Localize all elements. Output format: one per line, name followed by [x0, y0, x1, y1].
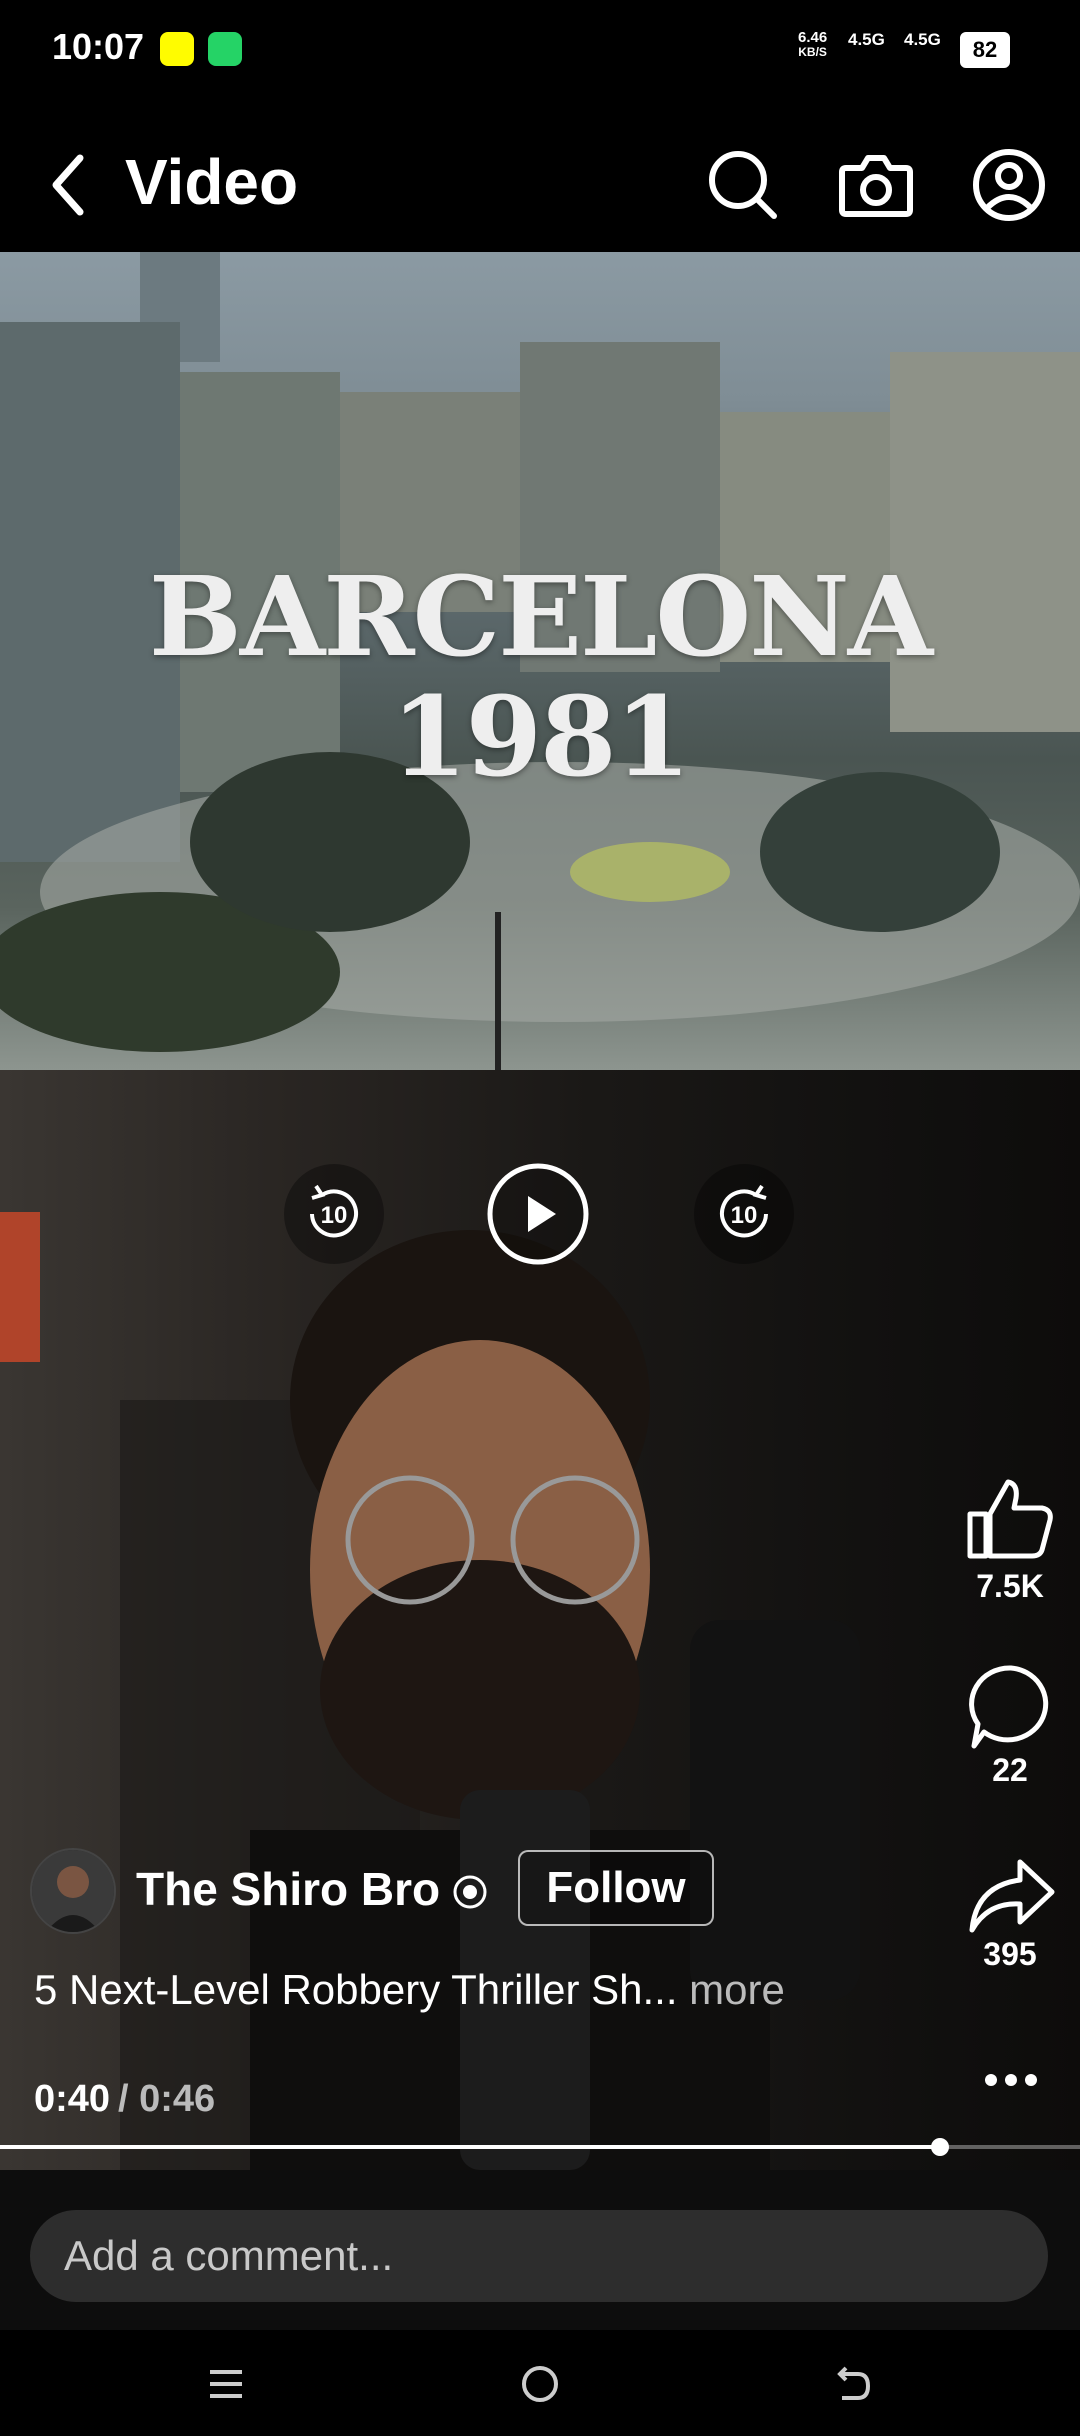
comment-count: 22 — [992, 1752, 1028, 1788]
svg-text:10: 10 — [321, 1202, 348, 1229]
video-overlay-title: BARCELONA — [148, 552, 933, 681]
share-count: 395 — [983, 1936, 1037, 1972]
back-icon[interactable] — [48, 150, 88, 225]
play-icon[interactable] — [486, 1162, 590, 1271]
progress-fill — [0, 2145, 940, 2149]
video-caption[interactable]: 5 Next-Level Robbery Thriller Sh... more — [34, 1966, 785, 2014]
snapchat-icon — [160, 32, 194, 66]
more-options-icon[interactable] — [983, 2070, 1039, 2095]
profile-icon[interactable] — [972, 148, 1046, 227]
total-duration: / 0:46 — [118, 2078, 216, 2120]
sim1-signal: 4.5G — [848, 30, 885, 49]
channel-avatar[interactable] — [30, 1848, 116, 1934]
search-icon[interactable] — [706, 148, 778, 225]
progress-bar[interactable] — [0, 2138, 1080, 2156]
status-bar: 10:07 6.46 KB/S 4.5G 4.5G 82 — [0, 0, 1080, 100]
network-speed: 6.46 KB/S — [798, 29, 828, 59]
system-nav-bar — [0, 2330, 1080, 2436]
recent-apps-icon[interactable] — [208, 2366, 244, 2407]
verified-badge-icon — [452, 1874, 488, 1915]
page-title: Video — [125, 146, 299, 218]
back-nav-icon[interactable] — [832, 2364, 872, 2409]
like-icon[interactable] — [964, 1476, 1056, 1567]
video-overlay-year: 1981 — [390, 672, 691, 801]
more-link[interactable]: more — [689, 1966, 785, 2013]
camera-icon[interactable] — [838, 148, 914, 225]
follow-button[interactable]: Follow — [518, 1850, 714, 1926]
current-time: 0:40 — [34, 2078, 111, 2120]
comment-icon[interactable] — [966, 1662, 1056, 1757]
svg-text:10: 10 — [731, 1202, 758, 1229]
replay-10-icon[interactable]: 10 — [282, 1162, 386, 1271]
home-icon[interactable] — [520, 2364, 560, 2409]
battery-indicator: 82 — [960, 32, 1010, 68]
comment-input[interactable] — [30, 2210, 1048, 2302]
progress-knob[interactable] — [930, 2138, 949, 2156]
video-frame-cityscape: BARCELONA 1981 — [0, 252, 1080, 1070]
clock: 10:07 — [52, 26, 145, 67]
forward-10-icon[interactable]: 10 — [692, 1162, 796, 1271]
like-count: 7.5K — [976, 1568, 1044, 1604]
sim2-signal: 4.5G — [904, 30, 941, 49]
channel-name[interactable]: The Shiro Bro — [136, 1862, 440, 1916]
background-decor — [0, 1212, 40, 1362]
share-icon[interactable] — [966, 1856, 1056, 1941]
whatsapp-icon — [208, 32, 242, 66]
